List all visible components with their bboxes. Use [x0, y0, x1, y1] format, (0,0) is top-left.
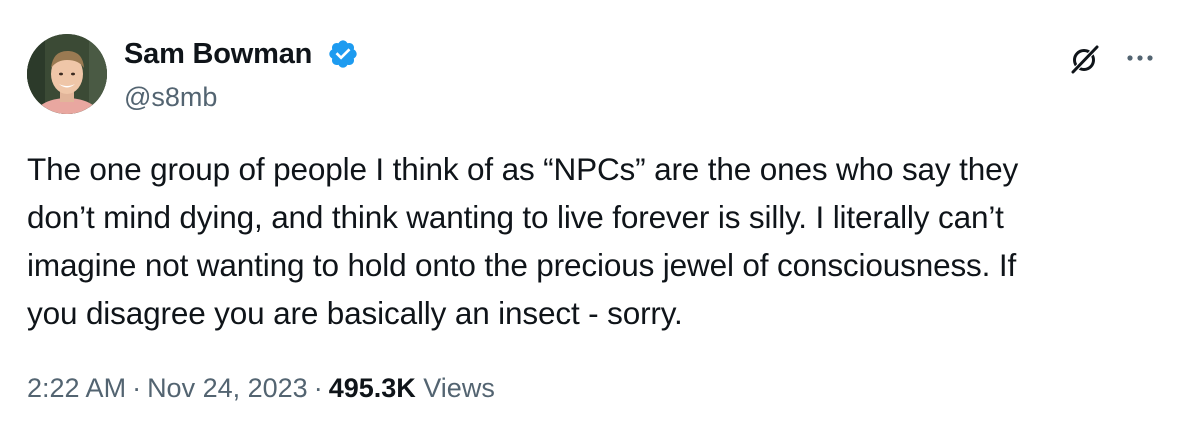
tweet-text: The one group of people I think of as “N…	[27, 145, 1162, 337]
author-handle[interactable]: @s8mb	[124, 80, 217, 114]
timestamp-link[interactable]: 2:22 AM · Nov 24, 2023	[27, 373, 308, 403]
views[interactable]: 495.3K Views	[329, 373, 495, 403]
tweet-meta: 2:22 AM · Nov 24, 2023 · 495.3K Views	[27, 370, 495, 406]
tweet-text-line: don’t mind dying, and think wanting to l…	[27, 199, 1004, 235]
verified-badge-icon	[329, 40, 357, 68]
tweet-card: Sam Bowman @s8mb The one group of people…	[0, 0, 1182, 436]
tweet-time: 2:22 AM	[27, 373, 127, 403]
meta-separator: ·	[132, 373, 142, 403]
more-icon[interactable]	[1122, 46, 1158, 70]
grok-icon[interactable]	[1068, 42, 1102, 76]
views-count: 495.3K	[328, 373, 416, 403]
author-name[interactable]: Sam Bowman	[124, 36, 312, 72]
avatar-image	[27, 34, 107, 114]
tweet-text-line: The one group of people I think of as “N…	[27, 151, 1019, 187]
avatar[interactable]	[27, 34, 107, 114]
tweet-date: Nov 24, 2023	[147, 373, 308, 403]
views-label: Views	[423, 373, 495, 403]
meta-separator: ·	[313, 373, 323, 403]
tweet-text-line: imagine not wanting to hold onto the pre…	[27, 247, 1017, 283]
tweet-text-line: you disagree you are basically an insect…	[27, 295, 683, 331]
